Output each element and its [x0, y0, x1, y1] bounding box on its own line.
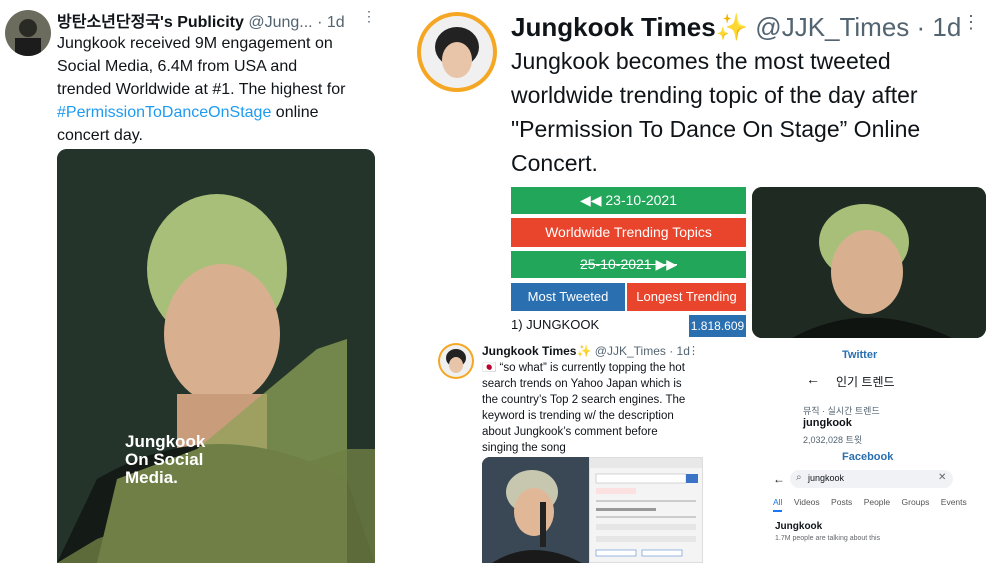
avatar-photo-icon	[15, 19, 41, 56]
trend-count: 2,032,028 트윗	[803, 435, 863, 445]
avatar-photo-icon	[440, 345, 472, 377]
tweet-header: 방탄소년단정국's Publicity @Jung... · 1d	[57, 8, 345, 32]
tweet-text: Jungkook becomes the most tweeted worldw…	[511, 44, 991, 180]
caption-line: On Social	[125, 450, 204, 469]
image-caption: Jungkook On Social Media.	[125, 433, 205, 487]
tweet-line: Social Media, 6.4M from USA and	[57, 58, 298, 75]
tweet-text: 🇯🇵 “so what” is currently topping the ho…	[482, 360, 712, 456]
rank-value: 1.818.609	[689, 315, 746, 337]
japan-flag-icon: 🇯🇵	[482, 362, 497, 374]
tweet-line: #PermissionToDanceOnStage online	[57, 101, 387, 124]
author-name[interactable]: 방탄소년단정국's Publicity	[57, 14, 244, 31]
tab-posts[interactable]: Posts	[831, 497, 852, 507]
tweet-time[interactable]: · 1d	[317, 14, 345, 31]
trending-stats-card[interactable]: ◀◀ 23-10-2021 Worldwide Trending Topics …	[511, 187, 746, 339]
author-handle[interactable]: @JJK_Times	[595, 344, 666, 358]
back-arrow-icon[interactable]: ←	[806, 371, 820, 387]
tab-most-tweeted[interactable]: Most Tweeted	[511, 283, 625, 311]
caption-line: Media.	[125, 468, 178, 487]
trend-category: 뮤직 · 실시간 트렌드	[803, 406, 880, 416]
result-subtitle: 1.7M people are talking about this	[775, 535, 881, 542]
tab-events[interactable]: Events	[941, 497, 967, 507]
tab-groups[interactable]: Groups	[902, 497, 930, 507]
more-options-icon[interactable]: ⋮	[962, 12, 981, 33]
tab-people[interactable]: People	[864, 497, 890, 507]
sparkle-icon: ✨	[576, 344, 592, 358]
tweet-line: trended Worldwide at #1. The highest for	[57, 81, 346, 98]
tab-videos[interactable]: Videos	[794, 497, 820, 507]
avatar-photo-icon	[421, 16, 493, 88]
tweet-line: keyword is trending w/ the description	[482, 410, 674, 422]
tweet-time[interactable]: · 1d	[669, 344, 690, 358]
tweet-line: worldwide trending topic of the day afte…	[511, 82, 918, 108]
performer-photo	[752, 187, 986, 338]
search-icon: ⌕	[796, 472, 802, 483]
more-options-icon[interactable]: ⋮	[362, 8, 377, 25]
tweet-line: the country’s Top 2 search engines. The	[482, 394, 686, 406]
search-value: jungkook	[808, 473, 845, 483]
date-prev[interactable]: ◀◀ 23-10-2021	[511, 187, 746, 214]
tweet-time[interactable]: · 1d	[917, 12, 962, 42]
trend-name[interactable]: jungkook	[803, 417, 852, 429]
tweet-media[interactable]: Jungkook On Social Media.	[57, 149, 375, 563]
search-results-thumbnail	[590, 458, 702, 557]
tweet-text-fragment: online	[271, 104, 319, 121]
search-input[interactable]: ⌕ jungkook ✕	[790, 470, 953, 488]
performer-photo	[482, 457, 589, 563]
avatar[interactable]	[417, 12, 497, 92]
tweet-line: "Permission To Dance On Stage” Online	[511, 116, 921, 142]
author-handle[interactable]: @JJK_Times	[755, 12, 909, 42]
yahoo-search-screenshot[interactable]	[589, 457, 703, 563]
facebook-brand-label: Facebook	[842, 451, 894, 463]
tab-longest-trending[interactable]: Longest Trending	[627, 283, 746, 311]
caption-line: Jungkook	[125, 432, 206, 451]
tweet-line: about Jungkook’s comment before	[482, 426, 658, 438]
result-title[interactable]: Jungkook	[775, 521, 822, 532]
tweet-line: Jungkook received 9M engagement on	[57, 35, 333, 52]
twitter-trend-panel: Twitter ← 인기 트렌드 뮤직 · 실시간 트렌드 jungkook 2…	[770, 345, 990, 450]
twitter-brand-label: Twitter	[842, 349, 878, 361]
tweet-line: singing the song	[482, 442, 566, 454]
avatar[interactable]	[438, 343, 474, 379]
page-title: 인기 트렌드	[836, 375, 895, 389]
tweet-header: Jungkook Times✨ @JJK_Times · 1d	[511, 12, 961, 43]
tweet-text: Jungkook received 9M engagement on Socia…	[57, 32, 387, 147]
performer-photo	[57, 149, 375, 563]
rank-label: 1) JUNGKOOK	[511, 317, 600, 332]
tweet-line: Concert.	[511, 150, 598, 176]
sparkle-icon: ✨	[715, 12, 749, 42]
tweet-media[interactable]	[752, 187, 986, 338]
tweet-header: Jungkook Times✨ @JJK_Times · 1d	[482, 344, 690, 358]
facebook-search-panel: Facebook ← ⌕ jungkook ✕ All Videos Posts…	[765, 448, 995, 563]
tweet-line: Jungkook becomes the most tweeted	[511, 48, 891, 74]
tweet-line: search trends on Yahoo Japan which is	[482, 378, 682, 390]
stats-title: Worldwide Trending Topics	[511, 218, 746, 247]
date-next[interactable]: 25-10-2021 ▶▶	[511, 251, 746, 278]
tab-all[interactable]: All	[773, 497, 783, 512]
tweet-line: 🇯🇵 “so what” is currently topping the ho…	[482, 360, 712, 376]
avatar[interactable]	[5, 10, 51, 56]
author-name[interactable]: Jungkook Times	[482, 344, 576, 358]
search-tabs: All Videos Posts People Groups Events	[773, 497, 967, 512]
back-arrow-icon[interactable]: ←	[773, 472, 785, 486]
tweet-media[interactable]	[482, 457, 589, 563]
more-options-icon[interactable]: ⋮	[688, 344, 700, 357]
hashtag-link[interactable]: #PermissionToDanceOnStage	[57, 104, 271, 121]
tweet-text-fragment: “so what” is currently topping the hot	[499, 362, 685, 374]
author-name[interactable]: Jungkook Times	[511, 12, 716, 42]
tweet-line: concert day.	[57, 127, 143, 144]
author-handle[interactable]: @Jung...	[248, 14, 312, 31]
clear-icon[interactable]: ✕	[938, 472, 946, 483]
